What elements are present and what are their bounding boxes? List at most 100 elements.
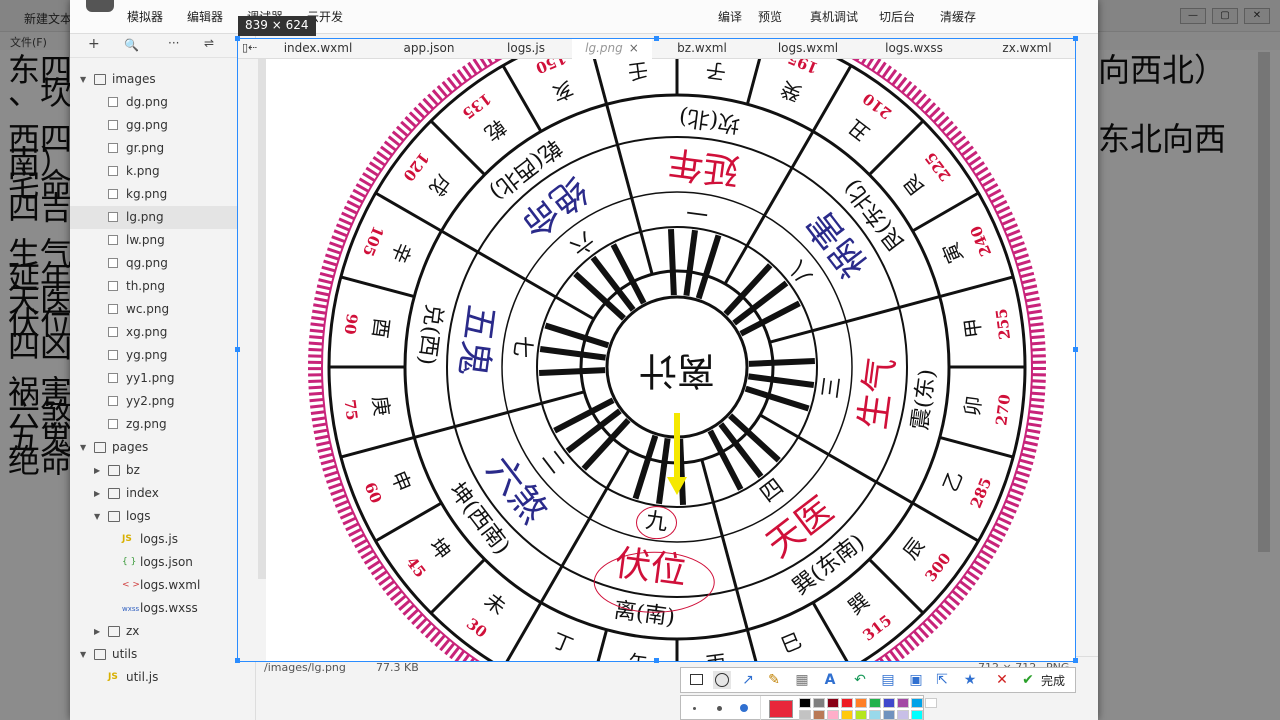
chevron-right-icon[interactable]: ▶ [94, 620, 100, 643]
file-item[interactable]: yy1.png [70, 367, 256, 390]
folder-item[interactable]: ▶ index [70, 482, 256, 505]
color-swatch[interactable] [855, 698, 867, 708]
chevron-down-icon[interactable]: ▼ [94, 505, 100, 528]
cancel-icon[interactable]: ✕ [993, 671, 1011, 689]
folder-item[interactable]: ▶ zx [70, 620, 256, 643]
folder-item[interactable]: ▶ bz [70, 459, 256, 482]
arrow-icon[interactable]: ↗ [739, 671, 757, 689]
color-swatch[interactable] [897, 698, 909, 708]
background-button[interactable]: 切后台 [879, 8, 915, 25]
text-icon[interactable]: A [821, 671, 839, 689]
tab-logs-wxml[interactable]: logs.wxml [758, 39, 858, 59]
folder-item[interactable]: ▼ pages [70, 436, 256, 459]
tab-index-wxml[interactable]: index.wxml [268, 39, 368, 59]
color-swatch[interactable] [841, 698, 853, 708]
color-swatch[interactable] [813, 698, 825, 708]
capture-region[interactable]: ▯⇠ index.wxml app.json logs.js lg.png × bz.wx… [235, 36, 1078, 663]
color-swatch[interactable] [925, 698, 937, 708]
resize-handle-tl[interactable] [235, 36, 240, 41]
file-item[interactable]: < > logs.wxml [70, 574, 256, 597]
add-icon[interactable]: + [88, 36, 100, 52]
color-swatch[interactable] [799, 698, 811, 708]
file-item[interactable]: kg.png [70, 183, 256, 206]
pin-icon[interactable]: ▣ [907, 671, 925, 689]
resize-handle-bl[interactable] [235, 658, 240, 663]
size-small[interactable] [693, 707, 696, 710]
file-item[interactable]: { } logs.json [70, 551, 256, 574]
chevron-down-icon[interactable]: ▼ [80, 68, 86, 91]
file-item[interactable]: gg.png [70, 114, 256, 137]
color-swatch[interactable] [869, 710, 881, 720]
size-medium[interactable] [717, 706, 722, 711]
tab-logs-wxss[interactable]: logs.wxss [868, 39, 960, 59]
preview-button[interactable]: 预览 [758, 8, 782, 25]
color-swatch[interactable] [813, 710, 825, 720]
editor-button[interactable]: 编辑器 [187, 8, 223, 25]
resize-handle-l[interactable] [235, 347, 240, 352]
resize-handle-t[interactable] [654, 36, 659, 41]
color-swatch[interactable] [827, 710, 839, 720]
save-icon[interactable]: ▤ [879, 671, 897, 689]
avatar[interactable] [86, 0, 114, 12]
color-swatch[interactable] [911, 710, 923, 720]
file-item[interactable]: JS util.js [70, 666, 256, 689]
resize-handle-r[interactable] [1073, 347, 1078, 352]
chevron-right-icon[interactable]: ▶ [94, 459, 100, 482]
more-icon[interactable]: ··· [168, 36, 179, 50]
file-item[interactable]: lg.png [70, 206, 256, 229]
file-item[interactable]: qg.png [70, 252, 256, 275]
gutter-scrollbar[interactable] [258, 59, 266, 579]
mosaic-icon[interactable]: ▦ [793, 671, 811, 689]
resize-handle-b[interactable] [654, 658, 659, 663]
chevron-down-icon[interactable]: ▼ [80, 643, 86, 666]
file-item[interactable]: zg.png [70, 413, 256, 436]
color-swatch[interactable] [827, 698, 839, 708]
file-item[interactable]: lw.png [70, 229, 256, 252]
file-item[interactable]: yy2.png [70, 390, 256, 413]
file-item[interactable]: wxss logs.wxss [70, 597, 256, 620]
file-item[interactable]: yg.png [70, 344, 256, 367]
file-item[interactable]: JS logs.js [70, 528, 256, 551]
undo-icon[interactable]: ↶ [851, 671, 869, 689]
current-color-swatch[interactable] [769, 700, 793, 718]
chevron-right-icon[interactable]: ▶ [94, 482, 100, 505]
tab-lg-png[interactable]: lg.png × [572, 39, 652, 59]
compile-button[interactable]: 编译 [718, 8, 742, 25]
color-swatch[interactable] [869, 698, 881, 708]
rect-icon[interactable] [687, 671, 705, 689]
file-item[interactable]: xg.png [70, 321, 256, 344]
folder-item[interactable]: ▼ images [70, 68, 256, 91]
share-icon[interactable]: ⇱ [933, 671, 951, 689]
clear-cache-button[interactable]: 清缓存 [940, 8, 976, 25]
ellipse-icon[interactable] [713, 671, 731, 689]
simulator-button[interactable]: 模拟器 [127, 8, 163, 25]
pen-icon[interactable]: ✎ [765, 671, 783, 689]
collapse-icon[interactable]: ⇌ [204, 36, 214, 50]
confirm-icon[interactable]: ✔ [1019, 671, 1037, 689]
size-large[interactable] [740, 704, 748, 712]
split-icon[interactable]: ▯⇠ [242, 41, 257, 54]
folder-item[interactable]: ▼ logs [70, 505, 256, 528]
color-swatch[interactable] [883, 698, 895, 708]
resize-handle-tr[interactable] [1073, 36, 1078, 41]
file-item[interactable]: k.png [70, 160, 256, 183]
color-swatch[interactable] [911, 698, 923, 708]
color-swatch[interactable] [841, 710, 853, 720]
tab-zx-wxml[interactable]: zx.wxml [980, 39, 1074, 59]
color-swatch[interactable] [883, 710, 895, 720]
file-item[interactable]: th.png [70, 275, 256, 298]
done-button[interactable]: 完成 [1041, 672, 1065, 689]
tab-bz-wxml[interactable]: bz.wxml [662, 39, 742, 59]
close-icon[interactable]: × [629, 41, 639, 55]
favorite-icon[interactable]: ★ [961, 671, 979, 689]
tab-logs-js[interactable]: logs.js [486, 39, 566, 59]
color-swatch[interactable] [897, 710, 909, 720]
chevron-down-icon[interactable]: ▼ [80, 436, 86, 459]
color-swatch[interactable] [855, 710, 867, 720]
color-swatch[interactable] [799, 710, 811, 720]
folder-item[interactable]: ▼ utils [70, 643, 256, 666]
file-item[interactable]: wc.png [70, 298, 256, 321]
resize-handle-br[interactable] [1073, 658, 1078, 663]
file-item[interactable]: dg.png [70, 91, 256, 114]
tab-app-json[interactable]: app.json [384, 39, 474, 59]
